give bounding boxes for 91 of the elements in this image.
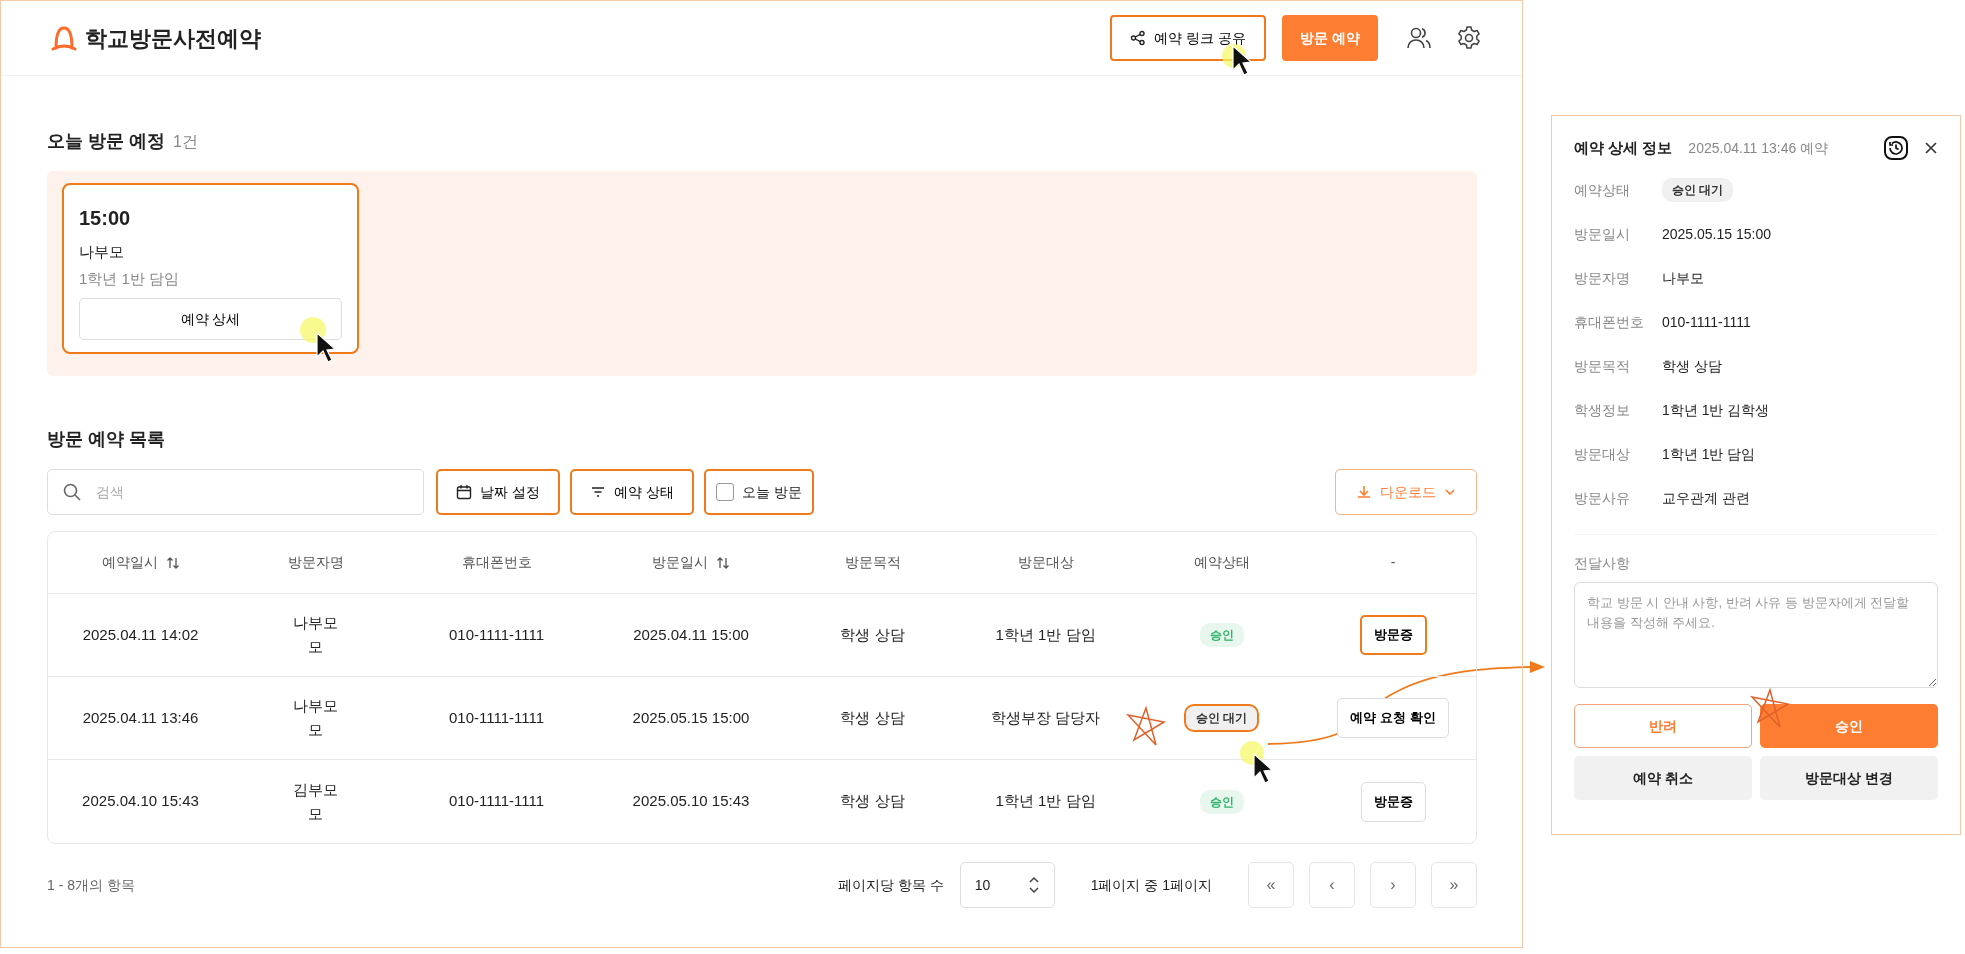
close-icon[interactable] — [1924, 141, 1938, 155]
reservation-time: 2025.04.11 13:46 예약 — [1688, 138, 1829, 158]
field-label: 방문사유 — [1574, 488, 1631, 508]
table-cell: 2025.04.11 15:00 — [633, 625, 749, 643]
status-badge: 승인 대기 — [1662, 178, 1734, 202]
table-cell-text: 나부모 모 — [292, 696, 339, 740]
table-cell-text: 김부모 모 — [292, 779, 339, 824]
field-value: 학생 상담 — [1662, 356, 1722, 376]
field-label: 방문일시 — [1574, 224, 1631, 244]
column-header: 예약일시 — [101, 553, 158, 572]
table-cell: 1학년 1반 담임 — [995, 625, 1096, 643]
cursor-icon — [1222, 44, 1253, 76]
page-button[interactable]: « — [1248, 862, 1294, 908]
item-range: 1 - 8개의 항목 — [47, 875, 135, 895]
filter-icon — [589, 484, 606, 500]
field-value: 1학년 1반 김학생 — [1662, 400, 1770, 420]
column-header: 방문목적 — [843, 553, 902, 572]
table-cell: 2025.05.10 15:43 — [632, 792, 750, 810]
share-link-button[interactable]: 예약 링크 공유 — [1110, 15, 1267, 61]
table-cell: 010-1111-1111 — [448, 792, 545, 810]
per-page-label: 페이지당 항목 수 — [837, 875, 944, 895]
page-info: 1페이지 중 1페이지 — [1090, 875, 1212, 895]
table-cell: 학생 상담 — [840, 708, 905, 726]
row-action-button[interactable]: 방문증 — [1360, 781, 1426, 822]
visitor-name: 나부모 — [79, 242, 125, 262]
column-header: - — [1389, 553, 1397, 572]
field-label: 방문대상 — [1574, 444, 1631, 464]
calendar-icon — [456, 484, 472, 500]
status-filter-button[interactable]: 예약 상태 — [569, 469, 694, 515]
visit-count: 1건 — [173, 132, 198, 152]
field-label: 전달사항 — [1574, 554, 1631, 573]
column-header: 휴대폰번호 — [460, 553, 533, 572]
table-cell: 010-1111-1111 — [448, 708, 545, 726]
table-cell: 학생부장 담당자 — [990, 708, 1101, 726]
column-header: 예약상태 — [1192, 553, 1251, 572]
panel-button[interactable]: 예약 취소 — [1574, 756, 1752, 800]
settings-icon[interactable] — [1456, 25, 1482, 51]
visit-time: 15:00 — [79, 206, 132, 231]
table-cell: 2025.05.15 15:00 — [632, 708, 750, 726]
table-cell: 학생 상담 — [840, 792, 905, 810]
message-field[interactable]: 학교 방문 시 안내 사항, 반려 사유 등 방문자에게 전달할 내용을 작성해 주세요. — [1574, 582, 1938, 688]
field-value: 010-1111-1111 — [1662, 312, 1751, 332]
field-value: 2025.05.15 15:00 — [1662, 224, 1771, 244]
section-title: 방문 예약 목록 — [47, 429, 165, 449]
table-cell: 2025.04.11 13:46 — [82, 708, 199, 726]
detail-button[interactable]: 예약 상세 — [79, 298, 342, 340]
share-icon — [1130, 30, 1147, 46]
spinner-icon — [1027, 876, 1040, 894]
table-cell: 2025.04.10 15:43 — [82, 792, 199, 810]
field-value: 나부모 — [1662, 268, 1704, 288]
chevron-down-icon — [1444, 486, 1456, 498]
search-field[interactable]: 검색 — [47, 469, 424, 515]
page-button[interactable]: › — [1370, 862, 1416, 908]
status-badge: 승인 — [1199, 789, 1244, 814]
visit-target: 1학년 1반 담임 — [79, 268, 181, 289]
star-doodle-icon — [1749, 687, 1791, 728]
section-title: 오늘 방문 예정 — [47, 130, 165, 153]
field-label: 학생정보 — [1574, 400, 1631, 420]
field-label: 방문자명 — [1574, 268, 1631, 288]
cursor-icon — [1240, 741, 1274, 784]
row-action-button[interactable]: 방문증 — [1359, 615, 1427, 655]
column-header: 방문대상 — [1016, 553, 1075, 572]
status-badge: 승인 대기 — [1183, 704, 1260, 732]
page-button[interactable]: » — [1431, 862, 1477, 908]
table-cell-text: 나부모 모 — [292, 613, 339, 657]
table-cell: 학생 상담 — [840, 625, 905, 643]
field-value: 교우관계 관련 — [1662, 488, 1750, 508]
table-cell: 2025.04.11 14:02 — [82, 625, 199, 643]
checkbox[interactable] — [715, 483, 734, 501]
panel-button[interactable]: 방문대상 변경 — [1760, 756, 1938, 800]
field-label: 휴대폰번호 — [1574, 312, 1645, 332]
star-doodle-icon — [1125, 705, 1167, 746]
history-icon[interactable] — [1884, 136, 1908, 160]
date-filter-button[interactable]: 날짜 설정 — [436, 469, 560, 515]
row-action-button[interactable]: 예약 요청 확인 — [1337, 698, 1449, 738]
page-button[interactable]: ‹ — [1309, 862, 1355, 908]
panel-title: 예약 상세 정보 — [1574, 137, 1673, 158]
download-icon — [1356, 484, 1372, 500]
field-label: 방문목적 — [1574, 356, 1631, 376]
status-badge: 승인 — [1199, 623, 1244, 647]
column-header: 방문자명 — [286, 553, 345, 572]
column-header: 방문일시 — [652, 553, 708, 572]
app-title: 학교방문사전예약 — [85, 24, 261, 53]
today-visit-toggle[interactable]: 오늘 방문 — [703, 469, 814, 515]
field-value: 1학년 1반 담임 — [1662, 444, 1756, 464]
logo-icon — [51, 24, 77, 52]
table-cell: 010-1111-1111 — [448, 625, 545, 643]
table-cell: 1학년 1반 담임 — [995, 792, 1096, 810]
field-label: 예약상태 — [1574, 180, 1631, 200]
users-icon[interactable] — [1406, 25, 1432, 51]
per-page-field[interactable]: 10 — [959, 862, 1055, 908]
